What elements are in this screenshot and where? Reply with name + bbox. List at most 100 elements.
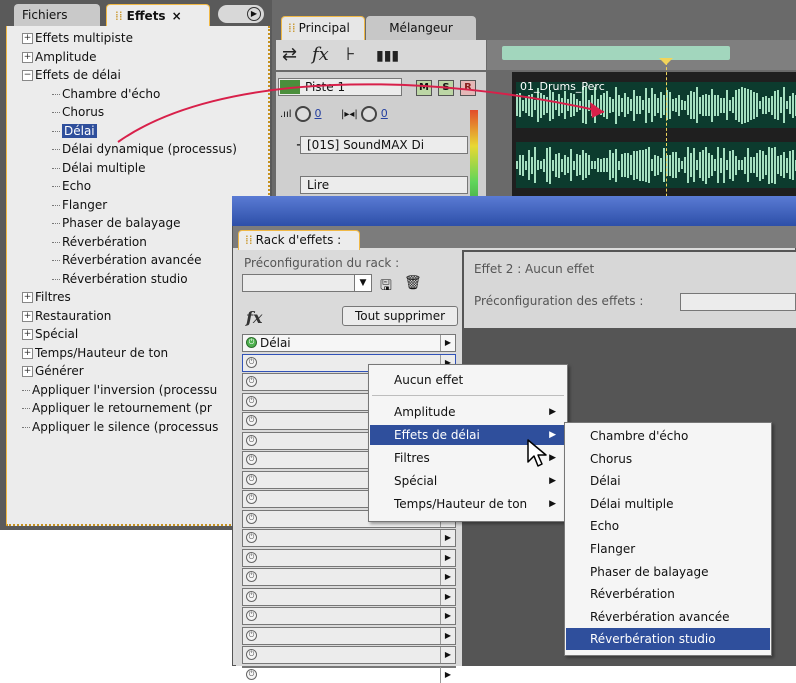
eq-icon[interactable]: ▮▮▮ [376,48,399,64]
slot-menu-arrow-icon[interactable]: ▶ [440,608,455,624]
power-icon[interactable]: ⏻ [246,415,257,426]
effect-slot[interactable]: ⏻▶ [242,529,456,547]
tree-item[interactable]: + Effets multipiste [22,29,133,47]
tree-item[interactable]: Phaser de balayage [52,214,181,232]
submenu-item[interactable]: Chambre d'écho [566,425,770,447]
power-icon[interactable]: ⏻ [246,454,257,465]
tree-item[interactable]: Réverbération avancée [52,251,201,269]
pan-knob[interactable] [361,106,378,122]
effect-slot[interactable]: ⏻ Délai ▶ [242,334,456,352]
expand-icon[interactable]: + [22,329,33,340]
effect-slot[interactable]: ⏻▶ [242,626,456,645]
volume-knob[interactable] [295,106,312,122]
power-icon[interactable]: ⏻ [246,668,257,680]
effect-slot[interactable]: ⏻▶ [242,607,456,625]
power-icon[interactable]: ⏻ [246,532,257,543]
tree-item[interactable]: Flanger [52,196,107,214]
slot-menu-arrow-icon[interactable]: ▶ [440,530,455,546]
slot-menu-arrow-icon[interactable]: ▶ [440,588,455,605]
effect-slot[interactable]: ⏻▶ [242,587,456,606]
power-icon[interactable]: ⏻ [246,376,257,387]
record-button[interactable]: R [460,80,476,96]
power-icon[interactable]: ⏻ [246,610,257,621]
submenu-item[interactable]: Echo [566,515,770,537]
rack-title-bar[interactable] [232,196,796,226]
solo-button[interactable]: S [438,80,454,96]
tree-item[interactable]: Délai multiple [52,159,145,177]
power-icon[interactable]: ⏻ [246,493,257,504]
trash-icon[interactable]: 🗑 [404,275,422,291]
collapse-icon[interactable]: − [22,70,33,81]
expand-icon[interactable]: + [22,51,33,63]
panel-menu-button[interactable]: ▶ [218,5,264,23]
submenu-item[interactable]: Réverbération studio [566,628,770,651]
slot-menu-arrow-icon[interactable]: ▶ [440,627,455,644]
volume-value[interactable]: 0 [315,107,322,120]
fx-icon[interactable]: fx [312,44,329,65]
effect-preset-select[interactable] [680,293,796,311]
power-icon[interactable]: ⏻ [246,356,257,368]
slot-menu-arrow-icon[interactable]: ▶ [440,569,455,585]
tree-item[interactable]: Chorus [52,103,104,121]
submenu-item[interactable]: Flanger [566,538,770,560]
clip-waveform-right[interactable] [516,142,796,188]
tab-rack-effets[interactable]: ⁞⁞Rack d'effets : Drums × [238,230,360,265]
rack-preset-select[interactable]: ▼ [242,274,372,292]
tree-item[interactable]: + Générer [22,362,84,380]
submenu-item[interactable]: Chorus [566,448,770,470]
submenu-item[interactable]: Phaser de balayage [566,561,770,583]
zoom-navigator[interactable] [502,46,730,60]
automation-mode-select[interactable]: Lire [300,176,468,194]
power-icon[interactable]: ⏻ [246,590,257,602]
tree-item[interactable]: + Amplitude [22,48,97,66]
tree-item[interactable]: Réverbération studio [52,270,188,288]
slot-menu-arrow-icon[interactable]: ▶ [440,549,455,566]
tree-item[interactable]: Réverbération [52,233,147,251]
power-icon[interactable]: ⏻ [246,649,257,660]
tree-item[interactable]: Chambre d'écho [52,85,160,103]
pan-value[interactable]: 0 [381,107,388,120]
power-icon[interactable]: ⏻ [246,473,257,485]
close-icon[interactable]: × [172,9,182,23]
tree-item[interactable]: − Effets de délai [22,66,121,84]
submenu-item[interactable]: Délai multiple [566,493,770,515]
menu-item[interactable]: Amplitude ▶ [370,402,566,422]
tree-item[interactable]: + Restauration [22,307,111,325]
save-preset-icon[interactable]: 🖫 [380,275,392,299]
tree-item[interactable]: + Filtres [22,288,71,306]
power-icon[interactable]: ⏻ [246,395,257,407]
tab-principal[interactable]: ⁞⁞ Principal [281,16,365,40]
effect-slot[interactable]: ⏻▶ [242,548,456,567]
tree-item[interactable]: Délai [52,122,97,140]
expand-icon[interactable]: + [22,366,33,377]
tree-item[interactable]: Echo [52,177,91,195]
mute-button[interactable]: M [416,80,432,96]
clear-all-button[interactable]: Tout supprimer [342,306,458,326]
menu-item-aucun-effet[interactable]: Aucun effet [370,370,566,390]
power-icon[interactable]: ⏻ [246,551,257,563]
power-icon[interactable]: ⏻ [246,629,257,641]
swap-icon[interactable]: ⇄ [282,44,297,65]
tree-item[interactable]: Appliquer l'inversion (processu [22,381,217,399]
effect-slot[interactable]: ⏻▶ [242,568,456,586]
tab-effets[interactable]: ⁞⁞ Effets × [106,4,210,26]
submenu-item[interactable]: Délai [566,470,770,492]
power-icon[interactable]: ⏻ [246,512,257,524]
expand-icon[interactable]: + [22,310,33,322]
tab-melangeur[interactable]: Mélangeur [366,16,476,40]
slot-menu-arrow-icon[interactable]: ▶ [440,647,455,663]
power-icon[interactable]: ⏻ [246,434,257,446]
tab-fichiers[interactable]: Fichiers [14,4,100,26]
tree-item[interactable]: Appliquer le retournement (pr [22,399,212,417]
slot-menu-arrow-icon[interactable]: ▶ [440,666,455,683]
tree-item[interactable]: + Spécial [22,325,78,343]
expand-icon[interactable]: + [22,33,33,44]
tree-item[interactable]: + Temps/Hauteur de ton [22,344,168,362]
input-select[interactable]: [01S] SoundMAX Di [300,136,468,154]
slot-menu-arrow-icon[interactable]: ▶ [440,335,455,351]
menu-item[interactable]: Spécial ▶ [370,471,566,491]
power-icon[interactable]: ⏻ [246,337,257,348]
tree-item[interactable]: Délai dynamique (processus) [52,140,237,158]
expand-icon[interactable]: + [22,347,33,359]
submenu-item[interactable]: Réverbération avancée [566,606,770,628]
